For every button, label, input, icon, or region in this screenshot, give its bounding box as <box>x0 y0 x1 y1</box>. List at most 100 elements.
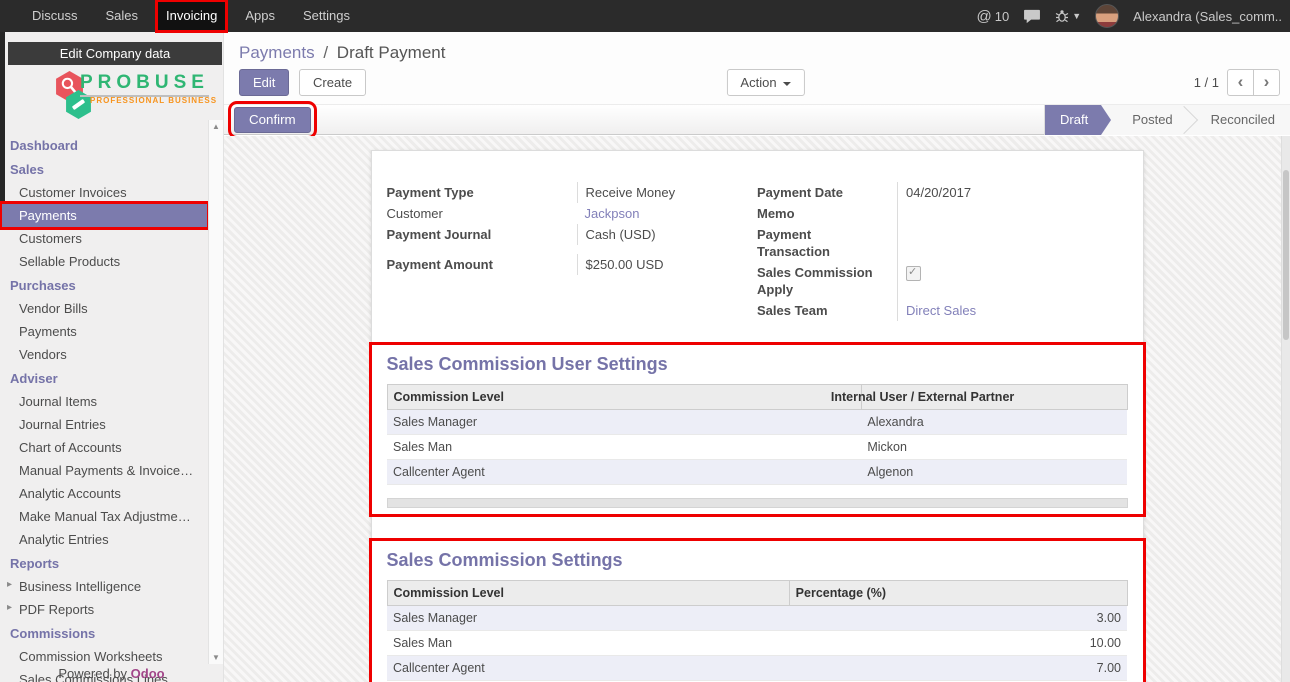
confirm-button[interactable]: Confirm <box>234 107 311 133</box>
cell-commission-level[interactable]: Sales Manager <box>387 410 861 435</box>
payment-date-label: Payment Date <box>757 182 897 203</box>
sales-commission-apply-checkbox[interactable]: ✓ <box>906 266 921 281</box>
sidebar-item-dashboard[interactable]: Dashboard <box>0 133 223 157</box>
table-row[interactable]: Sales Man Mickon <box>387 435 1127 460</box>
payment-date-value: 04/20/2017 <box>897 182 1128 203</box>
menu-invoicing[interactable]: Invoicing <box>156 0 227 32</box>
column-header-commission-level[interactable]: Commission Level <box>387 385 861 410</box>
horizontal-scrollbar[interactable] <box>387 498 1128 508</box>
table-row[interactable]: Callcenter Agent Algenon <box>387 460 1127 485</box>
sidebar: Edit Company data PROBUSE PROFESSIONAL B… <box>0 32 224 682</box>
statusbar: Confirm Draft Posted Reconciled <box>224 104 1290 135</box>
commission-settings-title: Sales Commission Settings <box>387 550 1128 571</box>
sidebar-item-vendor-payments[interactable]: Payments <box>0 320 207 343</box>
create-button[interactable]: Create <box>299 69 366 96</box>
table-row[interactable]: Sales Manager Alexandra <box>387 410 1127 435</box>
content-scrollbar[interactable] <box>1281 136 1290 682</box>
messages-icon[interactable] <box>1023 9 1041 24</box>
sidebar-item-journal-entries[interactable]: Journal Entries <box>0 413 207 436</box>
sidebar-item-label: Business Intelligence <box>19 579 141 594</box>
sidebar-section-purchases[interactable]: Purchases <box>0 273 223 297</box>
column-header-commission-level[interactable]: Commission Level <box>387 581 789 606</box>
pager-previous-button[interactable]: ‹ <box>1227 69 1254 96</box>
scroll-down-icon[interactable]: ▼ <box>209 653 223 662</box>
cell-commission-level[interactable]: Sales Manager <box>387 606 789 631</box>
commission-user-settings-title: Sales Commission User Settings <box>387 354 1128 375</box>
customer-link[interactable]: Jackpson <box>577 203 758 224</box>
memo-label: Memo <box>757 203 897 224</box>
action-dropdown[interactable]: Action <box>726 69 804 96</box>
payment-form: Payment Type Receive Money Customer Jack… <box>387 182 1128 321</box>
sidebar-section-adviser[interactable]: Adviser <box>0 366 223 390</box>
mentions-counter[interactable]: @ 10 <box>977 8 1010 25</box>
sidebar-item-customer-invoices[interactable]: Customer Invoices <box>0 181 207 204</box>
sidebar-item-commission-worksheets[interactable]: Commission Worksheets <box>0 645 207 668</box>
cell-commission-level[interactable]: Sales Man <box>387 435 861 460</box>
cell-user[interactable]: Mickon <box>861 435 1127 460</box>
menu-discuss[interactable]: Discuss <box>22 0 88 32</box>
menu-sales[interactable]: Sales <box>96 0 149 32</box>
cell-commission-level[interactable]: Sales Man <box>387 631 789 656</box>
table-row[interactable]: Sales Man 10.00 <box>387 631 1127 656</box>
menu-apps[interactable]: Apps <box>235 0 285 32</box>
expand-icon: ▸ <box>7 602 12 613</box>
caret-down-icon <box>783 82 791 86</box>
cell-commission-level[interactable]: Callcenter Agent <box>387 460 861 485</box>
bug-icon <box>1055 9 1069 23</box>
column-header-percentage[interactable]: Percentage (%) <box>789 581 1127 606</box>
powered-by: Powered by Odoo <box>0 666 223 681</box>
cell-percentage[interactable]: 7.00 <box>789 656 1127 681</box>
odoo-brand-link[interactable]: Odoo <box>131 666 165 681</box>
user-avatar[interactable] <box>1095 4 1119 28</box>
sidebar-section-sales[interactable]: Sales <box>0 157 223 181</box>
payment-amount-label: Payment Amount <box>387 254 577 275</box>
state-draft[interactable]: Draft <box>1045 105 1101 135</box>
sidebar-item-vendors[interactable]: Vendors <box>0 343 207 366</box>
user-menu[interactable]: Alexandra (Sales_comm.. <box>1133 9 1282 24</box>
pager: 1 / 1 ‹ › <box>1194 69 1280 96</box>
cell-commission-level[interactable]: Callcenter Agent <box>387 656 789 681</box>
sidebar-item-customers[interactable]: Customers <box>0 227 207 250</box>
pager-next-button[interactable]: › <box>1253 69 1280 96</box>
sidebar-item-business-intelligence[interactable]: ▸Business Intelligence <box>0 575 207 598</box>
sidebar-item-sellable-products[interactable]: Sellable Products <box>0 250 207 273</box>
sidebar-item-vendor-bills[interactable]: Vendor Bills <box>0 297 207 320</box>
sidebar-item-analytic-entries[interactable]: Analytic Entries <box>0 528 207 551</box>
sidebar-item-manual-tax[interactable]: Make Manual Tax Adjustme… <box>0 505 207 528</box>
sidebar-item-manual-payments[interactable]: Manual Payments & Invoice… <box>0 459 207 482</box>
scrollbar-thumb[interactable] <box>1283 170 1289 340</box>
edit-button[interactable]: Edit <box>239 69 289 96</box>
main-area: Payments / Draft Payment Edit Create Act… <box>224 32 1290 682</box>
commission-user-settings-section: Sales Commission User Settings Commissio… <box>372 345 1143 514</box>
sidebar-item-chart-of-accounts[interactable]: Chart of Accounts <box>0 436 207 459</box>
state-widget: Draft Posted Reconciled <box>1044 105 1290 135</box>
table-row[interactable]: Callcenter Agent 7.00 <box>387 656 1127 681</box>
sidebar-scrollbar[interactable]: ▲ ▼ <box>208 120 223 664</box>
sidebar-section-commissions[interactable]: Commissions <box>0 621 223 645</box>
edit-company-button[interactable]: Edit Company data <box>8 42 222 65</box>
sidebar-item-label: PDF Reports <box>19 602 94 617</box>
breadcrumb-payments-link[interactable]: Payments <box>239 43 315 62</box>
menu-settings[interactable]: Settings <box>293 0 360 32</box>
sidebar-item-pdf-reports[interactable]: ▸ PDF Reports <box>0 598 207 621</box>
sales-team-link[interactable]: Direct Sales <box>897 300 1128 321</box>
sidebar-item-journal-items[interactable]: Journal Items <box>0 390 207 413</box>
state-reconciled[interactable]: Reconciled <box>1196 105 1290 135</box>
cell-percentage[interactable]: 10.00 <box>789 631 1127 656</box>
column-header-internal-user[interactable]: Internal User / External Partner <box>861 385 1127 410</box>
logo-subtitle: PROFESSIONAL BUSINESS <box>90 96 217 105</box>
breadcrumb-current: Draft Payment <box>337 43 446 62</box>
cell-user[interactable]: Algenon <box>861 460 1127 485</box>
memo-value <box>897 203 1128 224</box>
sidebar-section-reports[interactable]: Reports <box>0 551 223 575</box>
table-row[interactable]: Sales Manager 3.00 <box>387 606 1127 631</box>
sidebar-item-payments[interactable]: Payments <box>2 204 207 227</box>
debug-menu[interactable]: ▼ <box>1055 9 1081 23</box>
sidebar-item-analytic-accounts[interactable]: Analytic Accounts <box>0 482 207 505</box>
cell-user[interactable]: Alexandra <box>861 410 1127 435</box>
commission-settings-section: Sales Commission Settings Commission Lev… <box>372 541 1143 682</box>
scroll-up-icon[interactable]: ▲ <box>209 122 223 131</box>
company-logo[interactable]: PROBUSE PROFESSIONAL BUSINESS <box>0 69 223 127</box>
sidebar-nav: Dashboard Sales Customer Invoices Paymen… <box>0 133 223 682</box>
cell-percentage[interactable]: 3.00 <box>789 606 1127 631</box>
